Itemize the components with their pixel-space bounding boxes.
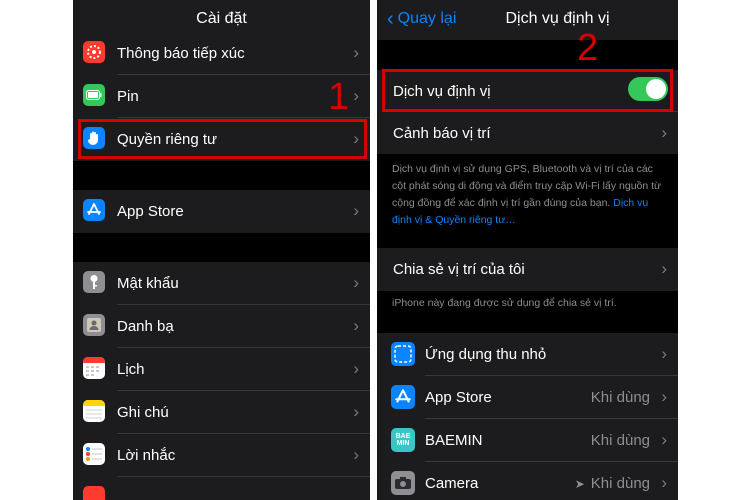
- app-store-icon: [83, 199, 105, 221]
- row-app-store[interactable]: App Store Khi dùng ›: [377, 376, 678, 419]
- row-label: Chia sẻ vị trí của tôi: [393, 261, 525, 278]
- row-label: Thông báo tiếp xúc: [117, 45, 245, 62]
- location-services-screen: ‹ Quay lại Dịch vụ định vị Dịch vụ định v…: [377, 0, 678, 500]
- location-arrow-icon: ➤: [574, 477, 585, 491]
- row-exposure-notifications[interactable]: Thông báo tiếp xúc ›: [73, 32, 370, 75]
- chevron-right-icon: ›: [661, 123, 667, 142]
- row-app-clips[interactable]: Ứng dụng thu nhỏ ›: [377, 333, 678, 376]
- row-notes[interactable]: Ghi chú ›: [73, 391, 370, 434]
- app-clips-icon: [391, 342, 415, 366]
- highlight-privacy: [78, 119, 367, 159]
- row-label: Danh bạ: [117, 318, 174, 335]
- row-label: Lịch: [117, 361, 145, 378]
- row-label: Mật khẩu: [117, 275, 179, 292]
- settings-group-3: Mật khẩu › Danh bạ › Lịch › Ghi chú › Lờ…: [73, 262, 370, 500]
- row-cut-off[interactable]: [73, 477, 370, 500]
- baemin-icon: BAE MIN: [391, 428, 415, 452]
- share-footnote: iPhone này đang được sử dụng để chia sẻ …: [392, 297, 617, 309]
- chevron-right-icon: ›: [353, 316, 359, 335]
- row-contacts[interactable]: Danh bạ ›: [73, 305, 370, 348]
- chevron-right-icon: ›: [353, 359, 359, 378]
- row-label: Camera: [425, 475, 479, 492]
- app-icon: [83, 486, 105, 500]
- exposure-notification-icon: [83, 41, 105, 63]
- row-label: BAEMIN: [425, 432, 483, 449]
- chevron-right-icon: ›: [661, 259, 667, 278]
- chevron-right-icon: ›: [661, 430, 667, 449]
- settings-screen: Cài đặt Thông báo tiếp xúc › Pin › Quyền…: [73, 0, 370, 500]
- row-baemin[interactable]: BAE MIN BAEMIN Khi dùng ›: [377, 419, 678, 462]
- battery-icon: [83, 84, 105, 106]
- chevron-right-icon: ›: [353, 201, 359, 220]
- camera-icon: [391, 471, 415, 495]
- row-app-store[interactable]: App Store ›: [73, 190, 370, 233]
- chevron-right-icon: ›: [353, 86, 359, 105]
- chevron-left-icon: ‹: [387, 8, 394, 30]
- row-reminders[interactable]: Lời nhắc ›: [73, 434, 370, 477]
- location-description: Dịch vụ định vị sử dụng GPS, Bluetooth v…: [392, 163, 662, 226]
- permission-detail: ➤ Khi dùng: [574, 475, 650, 492]
- row-label: App Store: [425, 389, 492, 406]
- row-label: Ghi chú: [117, 404, 169, 421]
- row-label: Cảnh báo vị trí: [393, 125, 491, 142]
- chevron-right-icon: ›: [661, 473, 667, 492]
- key-icon: [83, 271, 105, 293]
- location-group-2: Chia sẻ vị trí của tôi ›: [377, 248, 678, 291]
- chevron-right-icon: ›: [353, 273, 359, 292]
- permission-detail: Khi dùng: [590, 432, 650, 449]
- app-store-icon: [391, 385, 415, 409]
- step-marker-2: 2: [577, 27, 599, 69]
- reminders-icon: [83, 443, 105, 465]
- chevron-right-icon: ›: [353, 445, 359, 464]
- row-share-location[interactable]: Chia sẻ vị trí của tôi ›: [377, 248, 678, 291]
- chevron-right-icon: ›: [661, 344, 667, 363]
- step-marker-1: 1: [328, 76, 350, 118]
- settings-title: Cài đặt: [196, 10, 247, 27]
- apps-group: Ứng dụng thu nhỏ › App Store Khi dùng › …: [377, 333, 678, 500]
- permission-detail: Khi dùng: [590, 389, 650, 406]
- notes-icon: [83, 400, 105, 422]
- chevron-right-icon: ›: [353, 402, 359, 421]
- row-label: App Store: [117, 203, 184, 220]
- chevron-right-icon: ›: [353, 43, 359, 62]
- row-camera[interactable]: Camera ➤ Khi dùng ›: [377, 462, 678, 500]
- contacts-icon: [83, 314, 105, 336]
- row-calendar[interactable]: Lịch ›: [73, 348, 370, 391]
- location-title: Dịch vụ định vị: [505, 10, 610, 27]
- location-navbar: ‹ Quay lại Dịch vụ định vị: [377, 0, 678, 40]
- chevron-right-icon: ›: [661, 387, 667, 406]
- row-label: Ứng dụng thu nhỏ: [425, 346, 547, 363]
- row-location-alerts[interactable]: Cảnh báo vị trí ›: [377, 112, 678, 154]
- settings-group-2: App Store ›: [73, 190, 370, 233]
- highlight-location-services: [382, 69, 673, 112]
- row-label: Pin: [117, 88, 139, 105]
- calendar-icon: [83, 357, 105, 379]
- row-passwords[interactable]: Mật khẩu ›: [73, 262, 370, 305]
- row-label: Lời nhắc: [117, 447, 176, 464]
- row-battery[interactable]: Pin ›: [73, 75, 370, 118]
